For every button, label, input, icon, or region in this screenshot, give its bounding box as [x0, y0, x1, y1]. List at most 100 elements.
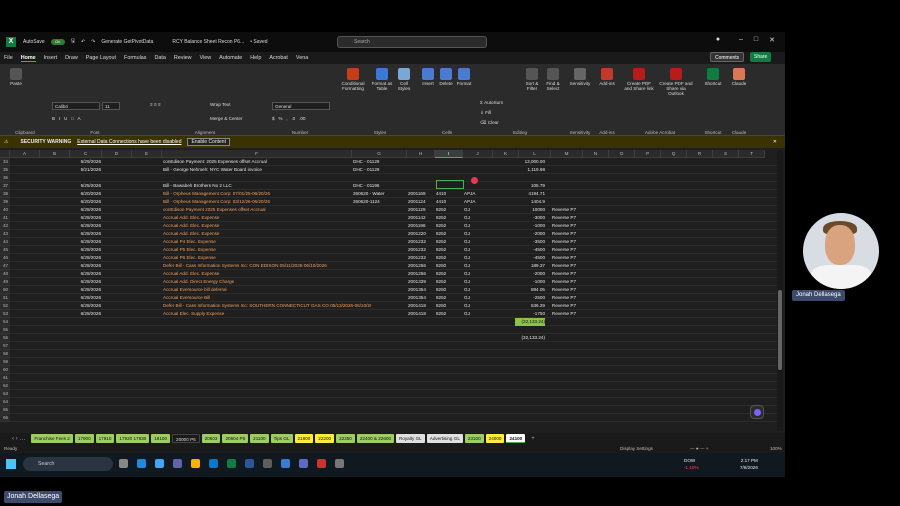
cell-desc[interactable]: conEdison Payment 2025 Expenses offset A…	[163, 206, 371, 214]
cell-i[interactable]: 8250	[436, 302, 462, 310]
row-header[interactable]: 51	[0, 294, 10, 302]
cell-desc[interactable]: Accrual Add. Elec. Expense	[163, 222, 371, 230]
autosave-toggle[interactable]: On	[50, 39, 65, 45]
cell-date[interactable]: 6/28/2026	[71, 286, 101, 294]
cell-l[interactable]	[515, 398, 545, 406]
cell-h[interactable]	[408, 318, 434, 326]
cell-date[interactable]	[71, 406, 101, 414]
cell-g[interactable]	[353, 294, 406, 302]
cell-h[interactable]	[408, 382, 434, 390]
cell-h[interactable]: 2001418	[408, 310, 434, 318]
sheet-tab[interactable]: 17910	[95, 434, 115, 443]
cell-desc[interactable]: Accrual Add. Elec. Expense	[163, 214, 371, 222]
wrap-text-button[interactable]: Wrap Text	[210, 102, 250, 107]
cell-date[interactable]: 6/28/2026	[71, 294, 101, 302]
tab-data[interactable]: Data	[155, 55, 166, 61]
cell-l[interactable]	[515, 326, 545, 334]
cell-i[interactable]: 8252	[436, 278, 462, 286]
column-header-e[interactable]: E	[132, 150, 162, 158]
cell-h[interactable]	[408, 358, 434, 366]
redo-icon[interactable]: ↷	[91, 39, 95, 45]
cell-desc[interactable]: Accrual Add. Elec. Expense	[163, 270, 371, 278]
tab-automate[interactable]: Automate	[219, 55, 242, 61]
column-header-l[interactable]: L	[519, 150, 551, 158]
undo-icon[interactable]: ↶	[81, 39, 85, 45]
cell-date[interactable]	[71, 366, 101, 374]
sheet-tab[interactable]: 20604 P6	[222, 434, 249, 443]
cell-desc[interactable]: Bill - Bawabeh Brothers No 2 LLC	[163, 182, 371, 190]
column-header-t[interactable]: T	[739, 150, 765, 158]
cell-j[interactable]	[464, 166, 492, 174]
cell-j[interactable]	[464, 158, 492, 166]
cell-j[interactable]: GJ	[464, 246, 492, 254]
acrobat-icon[interactable]	[317, 459, 326, 468]
cell-date[interactable]: 6/28/2026	[71, 222, 101, 230]
tab-file[interactable]: File	[4, 55, 13, 61]
cell-j[interactable]: GJ	[464, 294, 492, 302]
cell-m[interactable]: Reverse P7	[552, 246, 582, 254]
scroll-thumb[interactable]	[778, 290, 782, 370]
cell-l[interactable]: -4500	[515, 254, 545, 262]
cell-i[interactable]: 8252	[436, 230, 462, 238]
cell-j[interactable]: APJA	[464, 198, 492, 206]
column-header-r[interactable]: R	[687, 150, 713, 158]
tab-formulas[interactable]: Formulas	[124, 55, 146, 61]
row-header[interactable]: 56	[0, 334, 10, 342]
cell-j[interactable]: GJ	[464, 262, 492, 270]
autosum-button[interactable]: Σ AutoSum	[480, 100, 520, 105]
cell-h[interactable]: 2001129	[408, 206, 434, 214]
font-name-select[interactable]: Calibri	[52, 102, 100, 110]
cell-date[interactable]: 6/28/2026	[71, 310, 101, 318]
cell-h[interactable]: 2001169	[408, 190, 434, 198]
cell-g[interactable]	[353, 342, 406, 350]
sensitivity-button[interactable]: Sensitivity	[566, 68, 594, 86]
column-header-d[interactable]: D	[102, 150, 132, 158]
cell-g[interactable]	[353, 398, 406, 406]
cell-h[interactable]: 2001220	[408, 230, 434, 238]
cell-l[interactable]: -4500	[515, 246, 545, 254]
cell-i[interactable]	[436, 350, 462, 358]
taskbar-search[interactable]: Search	[23, 457, 113, 471]
shortcut-button[interactable]: Shortcut	[702, 68, 724, 86]
sort-filter-button[interactable]: Sort & Filter	[522, 68, 542, 91]
cell-h[interactable]: 2001256	[408, 270, 434, 278]
column-header-c[interactable]: C	[70, 150, 102, 158]
cell-m[interactable]	[552, 414, 582, 422]
windows-start-icon[interactable]	[6, 459, 16, 469]
tab-view[interactable]: View	[200, 55, 212, 61]
cell-g[interactable]: 260620 - Water	[353, 190, 406, 198]
row-header[interactable]: 38	[0, 190, 10, 198]
tab-help[interactable]: Help	[250, 55, 261, 61]
save-icon[interactable]: 🖫	[71, 38, 75, 46]
cell-i[interactable]	[436, 318, 462, 326]
cell-desc[interactable]: Accrual P5 Elec. Expense	[163, 246, 371, 254]
cell-m[interactable]	[552, 318, 582, 326]
clear-button[interactable]: ⌫ Clear	[480, 120, 520, 125]
cell-desc[interactable]	[163, 358, 371, 366]
cell-j[interactable]: GJ	[464, 214, 492, 222]
cell-m[interactable]	[552, 358, 582, 366]
cell-g[interactable]	[353, 350, 406, 358]
cell-date[interactable]	[71, 398, 101, 406]
sheet-tab[interactable]: Royalty GL	[396, 434, 425, 443]
row-header[interactable]: 46	[0, 254, 10, 262]
column-header-f[interactable]: F	[162, 150, 352, 158]
format-as-table-button[interactable]: Format as Table	[370, 68, 394, 91]
cell-date[interactable]	[71, 350, 101, 358]
row-header[interactable]: 60	[0, 366, 10, 374]
add-sheet-icon[interactable]: +	[531, 436, 535, 442]
row-header[interactable]: 64	[0, 398, 10, 406]
vertical-scrollbar[interactable]	[777, 150, 783, 431]
cell-j[interactable]: GJ	[464, 206, 492, 214]
cell-g[interactable]: 260620-1124	[353, 198, 406, 206]
find-select-button[interactable]: Find & Select	[543, 68, 563, 91]
avatar[interactable]: ●	[712, 36, 724, 43]
cell-m[interactable]	[552, 326, 582, 334]
column-header-a[interactable]: A	[10, 150, 40, 158]
cell-date[interactable]: 6/20/2026	[71, 198, 101, 206]
cell-date[interactable]	[71, 174, 101, 182]
cell-i[interactable]	[436, 342, 462, 350]
cell-h[interactable]: 2001418	[408, 302, 434, 310]
cell-j[interactable]	[464, 182, 492, 190]
cell-desc[interactable]: conEdison Payment: 2025 Expenses offset …	[163, 158, 371, 166]
